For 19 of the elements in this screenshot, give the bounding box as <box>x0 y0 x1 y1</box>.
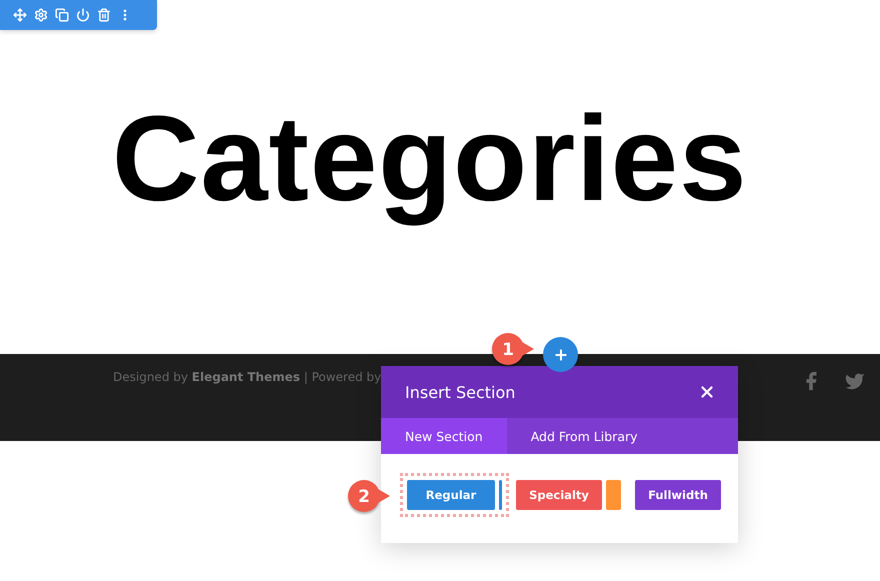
plus-icon <box>552 346 568 362</box>
color-accent <box>499 480 502 510</box>
power-icon[interactable] <box>76 8 90 22</box>
settings-icon[interactable] <box>34 8 48 22</box>
dialog-tab[interactable]: New Section <box>381 418 507 454</box>
page-title: Categories <box>112 89 748 228</box>
dialog-tab[interactable]: Add From Library <box>506 418 662 454</box>
dialog-title: Insert Section <box>405 382 516 402</box>
step-badge: 1 <box>492 333 536 367</box>
section-type-button[interactable]: Fullwidth <box>635 480 721 510</box>
section-type-button[interactable]: Specialty <box>516 480 602 510</box>
move-icon[interactable] <box>13 8 27 22</box>
step-badge: 2 <box>348 480 392 514</box>
section-type-button[interactable]: Regular <box>407 480 495 510</box>
footer-credit: Designed by Elegant Themes | Powered by <box>113 370 382 384</box>
duplicate-icon[interactable] <box>55 8 69 22</box>
add-section-button[interactable] <box>543 337 578 372</box>
color-accent <box>606 480 621 510</box>
trash-icon[interactable] <box>97 8 111 22</box>
